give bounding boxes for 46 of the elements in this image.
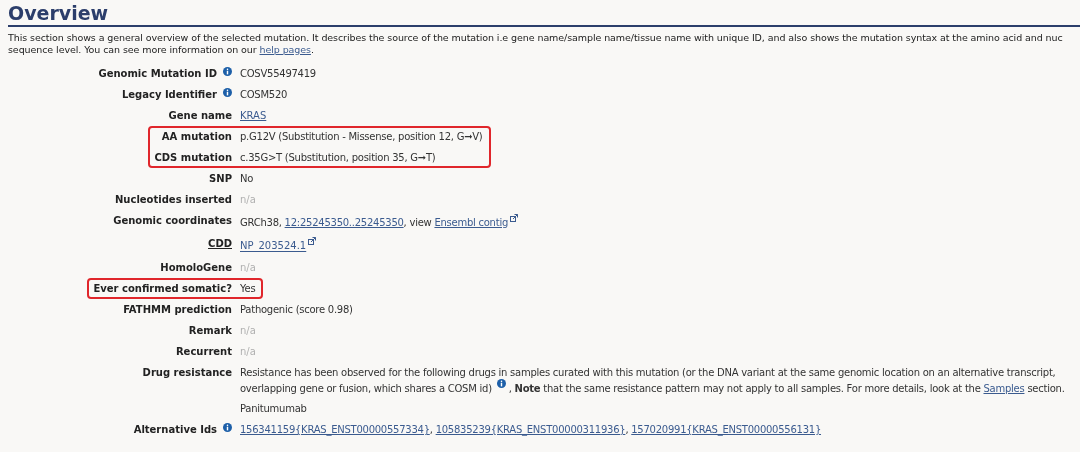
link[interactable]: KRAS	[240, 110, 267, 121]
link[interactable]: 105835239{KRAS_ENST00000311936}	[435, 424, 626, 435]
value-text: p.G12V (Substitution - Missense, position 12, G➞V)	[240, 130, 484, 143]
field-label: Legacy Identifier	[121, 88, 217, 101]
field-label: FATHMM prediction	[123, 302, 232, 316]
value-text: Yes	[240, 281, 257, 295]
link[interactable]: Samples	[983, 383, 1025, 394]
value-text: COSV55497419	[240, 67, 317, 80]
value-text: COSM520	[240, 88, 289, 101]
value-text: n/a	[240, 324, 256, 336]
value-text: n/a	[240, 194, 256, 205]
description-text: 156341159{KRAS_ENST00000557334}, 105835239{KRAS_ENST00000311936}, 157020991{KRAS_ENST00000556131}	[240, 423, 822, 436]
link[interactable]: 12:25245350..25245350	[284, 217, 404, 229]
field-label: Recurrent	[175, 344, 232, 358]
value-text: Panitumumab	[240, 402, 308, 415]
value-text: Pathogenic (score 0.98)	[240, 302, 354, 316]
info-icon	[496, 378, 506, 388]
link[interactable]: help pages	[259, 44, 311, 55]
description-text: GRCh38, 12:25245350..25245350, view Ensembl contig	[240, 214, 1078, 230]
field-label: Genomic Mutation ID	[98, 67, 217, 80]
field-label: SNP	[209, 172, 232, 185]
intro-text: sequence level. You can see more information on our help pages.	[8, 44, 315, 56]
field-label: CDS mutation	[154, 151, 232, 164]
value-text: c.35G>T (Substitution, position 35, G➞T)	[240, 151, 437, 164]
field-label: Gene name	[168, 109, 232, 122]
external-link-icon	[308, 237, 317, 246]
value-text: n/a	[240, 345, 256, 357]
field-label: Alternative Ids	[133, 423, 217, 436]
link[interactable]: 156341159{KRAS_ENST00000557334}	[240, 424, 430, 435]
description-text: Resistance has been observed for the following drugs in samples curated with this mutation (or the DNA variant at the same genomic location on an alternative transcript, overlapping gene or fusion, which shares a COSM id) , Note that the same resistance pattern may not apply to all samples. For more details, look at the Samples section.	[240, 365, 1066, 395]
field-label: Ever confirmed somatic?	[93, 281, 232, 295]
external-link-icon	[510, 214, 518, 222]
field-label: Remark	[188, 323, 232, 337]
link[interactable]: NP_203524.1	[240, 240, 307, 252]
field-label: Nucleotides inserted	[115, 193, 232, 206]
intro-text: This section shows a general overview of the selected mutation. It describes the source of the mutation i.e gene name/sample name/tissue name with unique ID, and also shows the mutation syntax at the amino acid and nuc	[8, 32, 1064, 44]
link[interactable]: 157020991{KRAS_ENST00000556131}	[631, 424, 821, 435]
field-label: AA mutation	[161, 130, 232, 143]
field-label: HomoloGene	[160, 260, 232, 274]
value-text: n/a	[240, 261, 256, 273]
field-label[interactable]: CDD	[208, 237, 232, 251]
value-text: No	[240, 172, 255, 185]
field-label: Genomic coordinates	[113, 214, 232, 227]
field-label: Drug resistance	[142, 365, 232, 379]
section-title: Overview	[8, 1, 110, 24]
link[interactable]: Ensembl contig	[434, 217, 508, 229]
